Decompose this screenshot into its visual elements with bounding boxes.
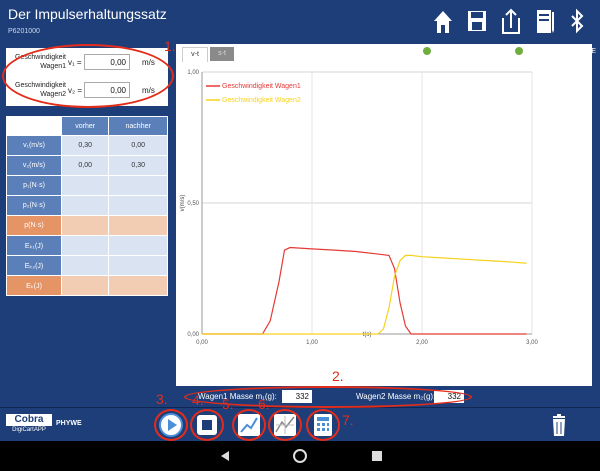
- cell-after[interactable]: [108, 175, 168, 196]
- annotation-speed-inputs: [2, 44, 174, 108]
- series-line-2: [202, 254, 527, 335]
- annotation-stop: [190, 409, 224, 441]
- row-label: Eₖ₁(J): [6, 235, 62, 256]
- export-icon[interactable]: [500, 6, 522, 36]
- cell-after[interactable]: [108, 235, 168, 256]
- annotation-graph: [232, 409, 266, 441]
- cell-before[interactable]: [60, 215, 110, 236]
- velocity-chart: 0,00 0,50 1,00 0,00 1,00 2,00 3,00 t(s) v(m/s) Ge…: [180, 70, 538, 346]
- status-dot-icon: [422, 46, 433, 56]
- annotation-calculator: [306, 409, 340, 441]
- row-label: v₂(m/s): [6, 155, 62, 176]
- table-header-row: vorher nachher: [6, 116, 168, 136]
- table-row: v₁(m/s) 0,30 0,00: [6, 135, 168, 156]
- annotation-label-4: 4.: [192, 392, 204, 408]
- annotation-label-3: 3.: [156, 391, 168, 407]
- logo-phywe: PHYWE: [56, 420, 82, 427]
- back-icon[interactable]: [218, 449, 232, 463]
- page-title: Der Impulserhaltungssatz: [8, 6, 167, 22]
- cell-before[interactable]: [60, 195, 110, 216]
- recents-icon[interactable]: [370, 449, 384, 463]
- graph-panel: v-t s-t 0,00 0,50 1,00 0,00 1,00 2,00 3,00 t(s)…: [176, 44, 592, 386]
- table-row: Eₖ(J): [6, 275, 168, 296]
- x-tick-label: 0,00: [196, 340, 208, 346]
- annotation-zoom: [268, 409, 302, 441]
- annotation-label-1: 1.: [164, 38, 176, 54]
- tab-s-t[interactable]: s-t: [210, 47, 234, 61]
- row-label: p(N·s): [6, 215, 62, 236]
- status-dot-icon: [513, 46, 524, 56]
- row-label: Eₖ(J): [6, 275, 62, 296]
- home-icon[interactable]: [432, 6, 454, 36]
- android-navbar: [0, 441, 600, 471]
- cell-before[interactable]: [60, 235, 110, 256]
- table-row: p(N·s): [6, 215, 168, 236]
- legend-label: Geschwindigkeit Wagen2: [222, 97, 301, 104]
- legend-label: Geschwindigkeit Wagen1: [222, 83, 301, 90]
- x-tick-label: 2,00: [416, 340, 428, 346]
- cell-before[interactable]: [60, 175, 110, 196]
- annotation-label-7: 7.: [342, 412, 354, 428]
- cell-after[interactable]: 0,00: [108, 135, 168, 156]
- column-header-before: vorher: [60, 116, 110, 136]
- x-axis-label: t(s): [363, 332, 372, 338]
- momentum-table: vorher nachher v₁(m/s) 0,30 0,00 v₂(m/s) 0,0…: [6, 116, 168, 296]
- home-nav-icon[interactable]: [292, 448, 308, 464]
- table-row: Eₖ₂(J): [6, 255, 168, 276]
- y-tick-label: 0,00: [187, 332, 199, 338]
- y-tick-label: 0,50: [187, 201, 199, 207]
- table-row: p₂(N·s): [6, 195, 168, 216]
- experiment-code: P6201000: [8, 28, 40, 35]
- cell-after[interactable]: [108, 215, 168, 236]
- annotation-label-5: 5.: [222, 396, 234, 412]
- cell-after[interactable]: [108, 195, 168, 216]
- bluetooth-icon[interactable]: [566, 6, 588, 36]
- x-tick-label: 3,00: [526, 340, 538, 346]
- table-row: v₂(m/s) 0,00 0,30: [6, 155, 168, 176]
- annotation-label-6: 6.: [258, 396, 270, 412]
- cell-after[interactable]: [108, 255, 168, 276]
- cobra-logo: Cobra DigiCartAPP PHYWE: [6, 414, 82, 438]
- row-label: p₂(N·s): [6, 195, 62, 216]
- y-axis-label: v(m/s): [180, 195, 186, 212]
- table-corner: [6, 116, 62, 136]
- row-label: Eₖ₂(J): [6, 255, 62, 276]
- app-header: Der Impulserhaltungssatz P6201000: [0, 0, 600, 44]
- tab-v-t[interactable]: v-t: [182, 47, 208, 62]
- cell-before[interactable]: 0,30: [60, 135, 110, 156]
- annotation-label-2: 2.: [332, 368, 344, 384]
- trash-icon[interactable]: [546, 412, 572, 438]
- row-label: v₁(m/s): [6, 135, 62, 156]
- cell-after[interactable]: [108, 275, 168, 296]
- column-header-after: nachher: [108, 116, 168, 136]
- device-status: Wagen 1: CA0076A3D Wagen 2: CA007696E: [400, 46, 596, 56]
- y-tick-label: 1,00: [187, 70, 199, 76]
- device-wagen1: Wagen 1: CA0076A3D: [435, 47, 506, 55]
- table-row: Eₖ₁(J): [6, 235, 168, 256]
- cell-before[interactable]: [60, 275, 110, 296]
- cell-before[interactable]: [60, 255, 110, 276]
- annotation-play: [154, 409, 188, 441]
- logo-cobra: Cobra: [6, 414, 52, 426]
- logo-app: DigiCartAPP: [12, 427, 46, 433]
- table-row: p₁(N·s): [6, 175, 168, 196]
- save-icon[interactable]: [466, 6, 488, 36]
- notebook-icon[interactable]: [534, 6, 556, 36]
- cell-after[interactable]: 0,30: [108, 155, 168, 176]
- x-tick-label: 1,00: [306, 340, 318, 346]
- row-label: p₁(N·s): [6, 175, 62, 196]
- cell-before[interactable]: 0,00: [60, 155, 110, 176]
- device-wagen2: Wagen 2: CA007696E: [526, 47, 596, 55]
